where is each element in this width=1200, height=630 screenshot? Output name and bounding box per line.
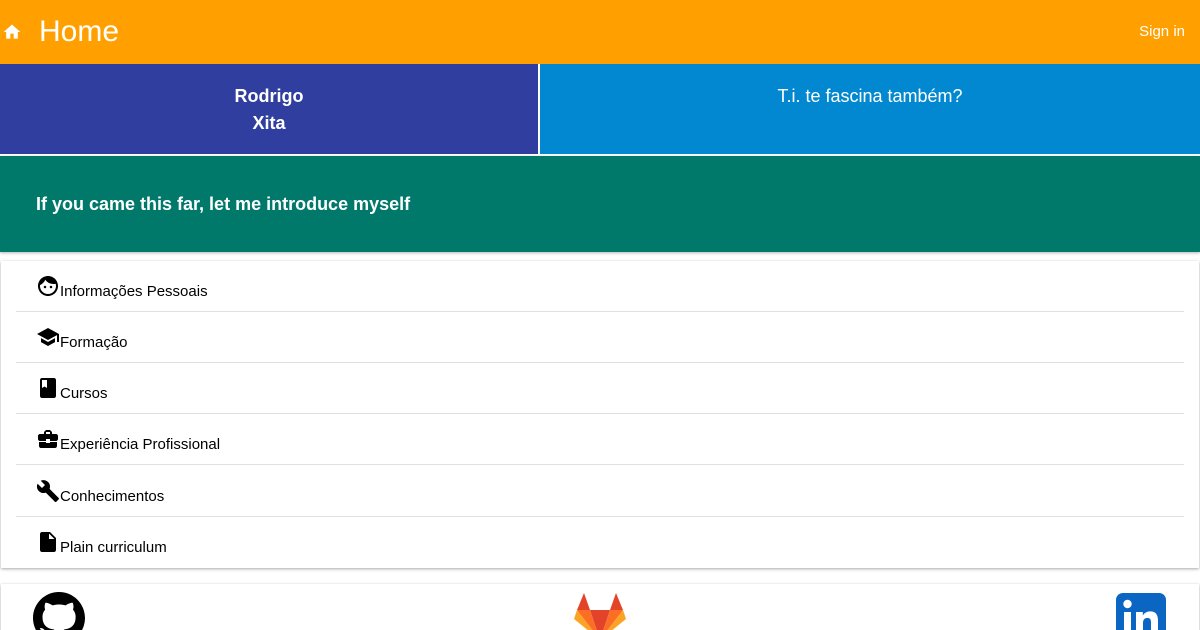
menu-item-informacoes-pessoais[interactable]: Informações Pessoais bbox=[16, 261, 1184, 312]
social-links-bar bbox=[1, 584, 1199, 630]
tagline-text: T.i. te fascina também? bbox=[777, 86, 963, 106]
menu-item-label: Formação bbox=[60, 334, 128, 351]
menu-item-plain-curriculum[interactable]: Plain curriculum bbox=[16, 517, 1184, 568]
home-icon[interactable] bbox=[2, 22, 22, 42]
page-title: Home bbox=[39, 15, 120, 48]
build-icon bbox=[36, 480, 59, 502]
school-icon bbox=[37, 328, 59, 346]
book-icon bbox=[40, 378, 56, 398]
file-icon bbox=[40, 532, 56, 552]
tagline-card: T.i. te fascina também? bbox=[540, 64, 1200, 154]
work-icon bbox=[38, 430, 58, 448]
section-menu: Informações Pessoais Formação Cursos Exp… bbox=[1, 261, 1199, 568]
first-name: Rodrigo bbox=[234, 86, 304, 106]
sign-in-button[interactable]: Sign in bbox=[1139, 23, 1185, 41]
linkedin-icon[interactable] bbox=[1115, 592, 1167, 630]
menu-item-label: Cursos bbox=[60, 385, 108, 402]
face-icon bbox=[38, 276, 58, 296]
divider bbox=[16, 464, 1184, 465]
last-name: Xita bbox=[252, 113, 286, 133]
menu-item-formacao[interactable]: Formação bbox=[16, 312, 1184, 363]
menu-item-label: Experiência Profissional bbox=[60, 436, 221, 453]
menu-item-label: Plain curriculum bbox=[60, 539, 167, 556]
menu-item-experiencia-profissional[interactable]: Experiência Profissional bbox=[16, 414, 1184, 465]
intro-text: If you came this far, let me introduce m… bbox=[36, 194, 411, 214]
menu-item-cursos[interactable]: Cursos bbox=[16, 363, 1184, 414]
menu-item-label: Informações Pessoais bbox=[60, 283, 208, 300]
github-icon[interactable] bbox=[33, 592, 85, 630]
intro-band: If you came this far, let me introduce m… bbox=[0, 156, 1200, 252]
menu-item-conhecimentos[interactable]: Conhecimentos bbox=[16, 466, 1184, 517]
name-card: Rodrigo Xita bbox=[0, 64, 538, 154]
menu-item-label: Conhecimentos bbox=[60, 488, 165, 505]
gitlab-icon[interactable] bbox=[574, 592, 626, 630]
top-app-bar: Home Sign in bbox=[0, 0, 1200, 64]
